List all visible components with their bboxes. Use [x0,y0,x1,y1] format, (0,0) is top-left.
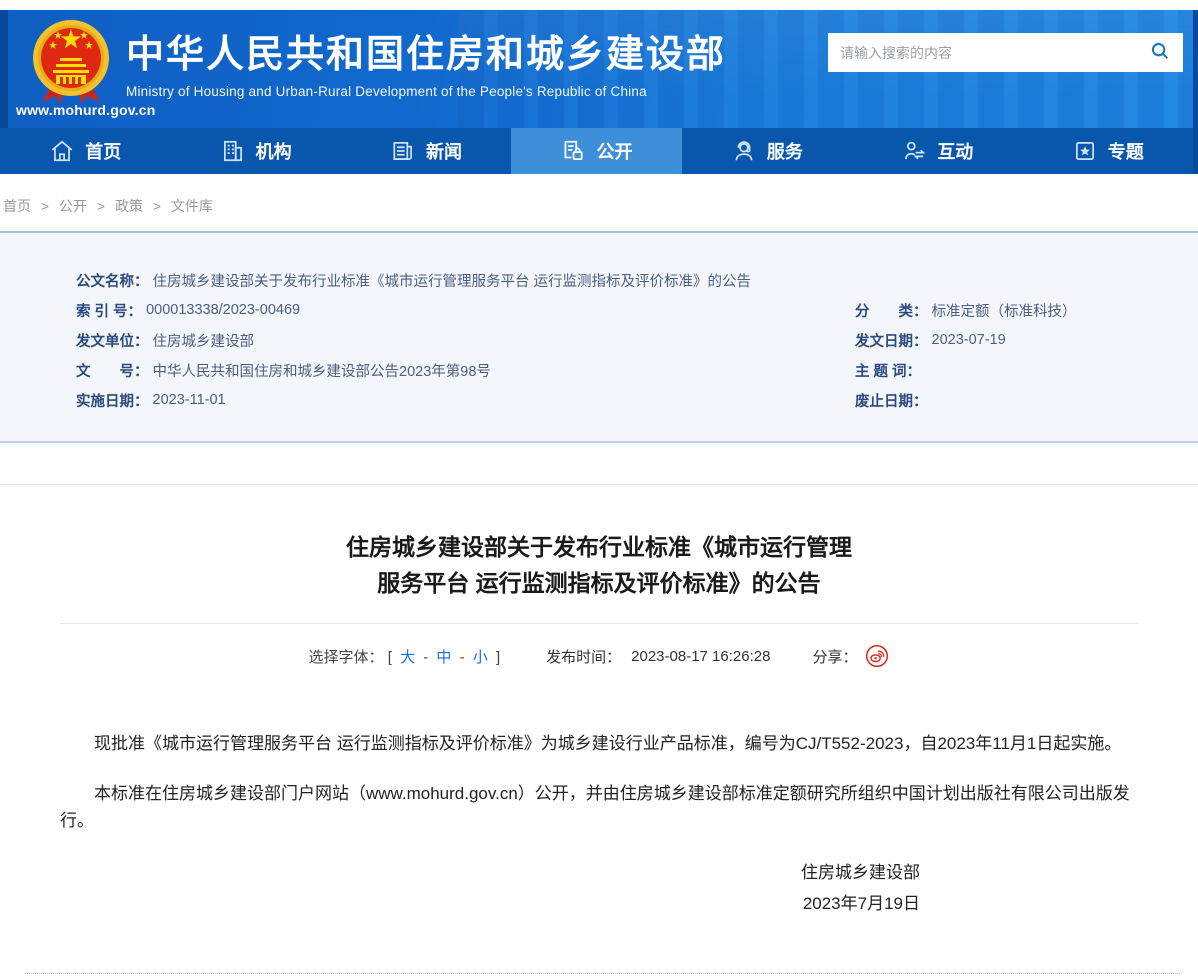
article: 住房城乡建设部关于发布行业标准《城市运行管理 服务平台 运行监测指标及评价标准》… [0,529,1198,919]
nav-item-disclosure[interactable]: 公开 [511,128,681,174]
search-button[interactable] [1149,40,1171,65]
breadcrumb-separator: > [153,198,161,214]
article-title-line2: 服务平台 运行监测指标及评价标准》的公告 [60,565,1138,601]
signature-date: 2023年7月19日 [60,888,920,919]
topics-icon [1072,138,1098,164]
bracket-open: [ [388,649,392,666]
category-label: 分 类： [855,300,928,321]
font-size-small-link[interactable]: 小 [473,649,488,666]
breadcrumb: 首页 > 公开 > 政策 > 文件库 [0,196,1198,216]
title-divider [60,623,1138,624]
nav-item-topics[interactable]: 专题 [1023,128,1193,174]
publish-time-label: 发布时间： [546,646,621,667]
breadcrumb-library[interactable]: 文件库 [171,198,213,214]
share-bar: 分享： [812,644,889,668]
disclosure-icon [560,138,586,164]
font-size-large-link[interactable]: 大 [400,649,415,666]
doc-number-label: 文 号： [76,360,149,381]
main-nav: 首页 机构 新闻 公开 [0,128,1193,174]
service-icon [731,138,757,164]
article-body: 现批准《城市运行管理服务平台 运行监测指标及评价标准》为城乡建设行业产品标准，编… [60,730,1138,834]
news-icon [390,138,416,164]
doc-number-value: 中华人民共和国住房和城乡建设部公告2023年第98号 [153,360,491,381]
font-selector-label: 选择字体： [309,649,384,666]
nav-item-interaction[interactable]: 互动 [852,128,1022,174]
site-title[interactable]: 中华人民共和国住房和城乡建设部 [126,32,726,78]
doc-name-value: 住房城乡建设部关于发布行业标准《城市运行管理服务平台 运行监测指标及评价标准》的… [153,270,752,291]
signature-block: 住房城乡建设部 2023年7月19日 [60,857,1138,919]
issuing-unit-value: 住房城乡建设部 [153,330,255,351]
bracket-close: ] [496,649,500,666]
issue-date-label: 发文日期： [855,330,928,351]
article-title: 住房城乡建设部关于发布行业标准《城市运行管理 服务平台 运行监测指标及评价标准》… [60,529,1138,601]
site-subtitle-en: Ministry of Housing and Urban-Rural Deve… [126,84,726,99]
interaction-icon [901,138,927,164]
nav-label: 新闻 [426,138,462,164]
national-emblem-logo [30,16,112,113]
bottom-dotted-divider [25,973,1180,974]
doc-name-label: 公文名称： [76,270,149,291]
signature-org: 住房城乡建设部 [60,857,920,888]
nav-label: 互动 [937,138,973,164]
article-title-line1: 住房城乡建设部关于发布行业标准《城市运行管理 [60,529,1138,565]
implementation-date-value: 2023-11-01 [153,392,226,408]
breadcrumb-separator: > [97,198,105,214]
breadcrumb-separator: > [41,198,49,214]
breadcrumb-home[interactable]: 首页 [3,198,31,214]
index-number-value: 000013338/2023-00469 [146,302,300,318]
issue-date-value: 2023-07-19 [932,332,1006,348]
nav-label: 公开 [596,138,632,164]
nav-label: 机构 [256,138,292,164]
publish-time-value: 2023-08-17 16:26:28 [631,648,770,665]
section-divider [0,484,1198,485]
search-box [828,33,1183,72]
nav-item-news[interactable]: 新闻 [341,128,511,174]
implementation-date-label: 实施日期： [76,390,149,411]
organization-icon [220,138,246,164]
category-value: 标准定额（标准科技） [932,300,1077,321]
weibo-icon[interactable] [865,644,889,668]
font-size-selector: 选择字体： [ 大 - 中 - 小 ] [309,646,501,667]
nav-item-service[interactable]: 服务 [682,128,852,174]
font-size-separator: - [460,649,465,666]
subject-words-label: 主 题 词： [855,360,921,381]
nav-label: 专题 [1108,138,1144,164]
index-number-label: 索 引 号： [76,300,142,321]
search-input[interactable] [840,45,1149,61]
nav-item-home[interactable]: 首页 [0,128,170,174]
issuing-unit-label: 发文单位： [76,330,149,351]
abolition-date-label: 废止日期： [855,390,928,411]
nav-label: 首页 [85,138,121,164]
home-icon [49,138,75,164]
site-header: www.mohurd.gov.cn 中华人民共和国住房和城乡建设部 Minist… [0,10,1198,174]
article-meta-bar: 选择字体： [ 大 - 中 - 小 ] 发布时间： 2023-08-17 16:… [60,644,1138,668]
share-label: 分享： [812,646,857,667]
search-icon [1149,40,1171,65]
article-paragraph: 现批准《城市运行管理服务平台 运行监测指标及评价标准》为城乡建设行业产品标准，编… [60,730,1138,757]
breadcrumb-disclosure[interactable]: 公开 [59,198,87,214]
site-url: www.mohurd.gov.cn [16,102,156,118]
nav-item-organization[interactable]: 机构 [170,128,340,174]
font-size-separator: - [423,649,428,666]
document-meta-panel: 公文名称： 住房城乡建设部关于发布行业标准《城市运行管理服务平台 运行监测指标及… [0,231,1198,443]
article-paragraph: 本标准在住房城乡建设部门户网站（www.mohurd.gov.cn）公开，并由住… [60,780,1138,834]
site-banner: www.mohurd.gov.cn 中华人民共和国住房和城乡建设部 Minist… [8,10,1193,128]
nav-label: 服务 [767,138,803,164]
font-size-medium-link[interactable]: 中 [436,649,451,666]
breadcrumb-policy[interactable]: 政策 [115,198,143,214]
